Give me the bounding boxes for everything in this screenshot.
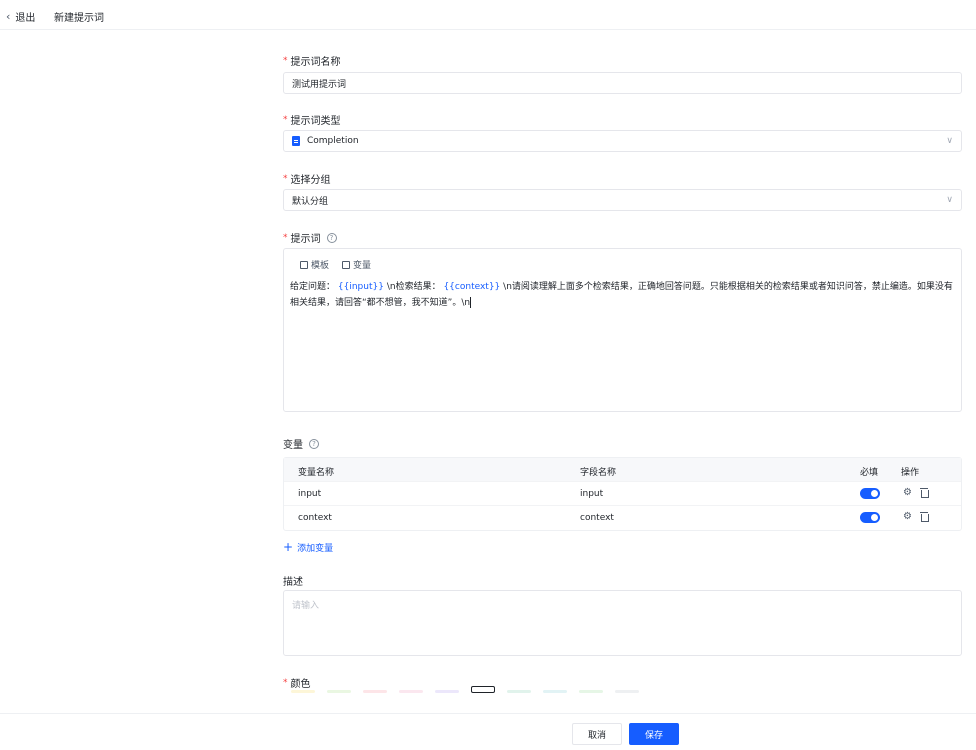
add-variable-button[interactable]: + 添加变量	[283, 540, 333, 554]
column-header: 必填	[860, 468, 879, 478]
table-row: context context ⚙	[284, 506, 961, 530]
type-select[interactable]: Completion ∨	[283, 130, 962, 152]
insert-variable-button[interactable]: 变量	[342, 258, 371, 271]
name-label: * 提示词名称	[283, 53, 341, 69]
color-swatch[interactable]	[435, 690, 459, 693]
color-swatch[interactable]	[327, 690, 351, 693]
variable-name-cell: context	[298, 513, 332, 523]
prompt-content[interactable]: 给定问题： {{input}} \n检索结果： {{context}} \n请阅…	[290, 279, 958, 311]
color-label: * 颜色	[283, 675, 311, 691]
delete-icon[interactable]	[920, 487, 929, 498]
color-swatch-selected[interactable]	[471, 686, 495, 693]
group-label: * 选择分组	[283, 171, 331, 187]
group-label-text: 选择分组	[290, 175, 331, 186]
settings-icon[interactable]: ⚙	[903, 511, 912, 522]
required-mark: *	[283, 173, 288, 184]
table-row: input input ⚙	[284, 482, 961, 506]
variable-icon	[342, 260, 351, 269]
variables-label: 变量 ?	[283, 436, 319, 451]
variable-name-cell: input	[298, 489, 322, 499]
color-swatch[interactable]	[579, 690, 603, 693]
group-select[interactable]: 默认分组 ∨	[283, 189, 962, 211]
type-label-text: 提示词类型	[290, 116, 341, 127]
required-toggle[interactable]	[860, 488, 880, 499]
color-swatch[interactable]	[363, 690, 387, 693]
template-button[interactable]: 模板	[300, 258, 329, 271]
variables-label-text: 变量	[283, 440, 303, 451]
color-swatch[interactable]	[615, 690, 639, 693]
field-name-cell: context	[580, 513, 614, 523]
description-input[interactable]: 请输入	[283, 590, 962, 656]
text-caret	[470, 297, 472, 308]
color-swatch[interactable]	[543, 690, 567, 693]
page-title: 新建提示词	[54, 13, 104, 24]
prompt-segment: 给定问题：	[290, 282, 336, 292]
variable-tag[interactable]: {{context}}	[443, 282, 500, 292]
cancel-button[interactable]: 取消	[572, 723, 622, 745]
help-icon[interactable]: ?	[326, 232, 337, 243]
description-placeholder: 请输入	[292, 601, 320, 611]
required-toggle[interactable]	[860, 512, 880, 523]
color-label-text: 颜色	[290, 679, 311, 690]
color-swatch[interactable]	[399, 690, 423, 693]
column-header: 字段名称	[580, 468, 617, 478]
column-header: 变量名称	[298, 468, 335, 478]
color-swatch[interactable]	[291, 690, 315, 693]
variable-tag[interactable]: {{input}}	[338, 282, 384, 292]
add-variable-label: 添加变量	[297, 543, 334, 554]
color-swatch[interactable]	[507, 690, 531, 693]
help-icon[interactable]: ?	[309, 438, 319, 449]
save-button[interactable]: 保存	[629, 723, 679, 745]
delete-icon[interactable]	[920, 511, 929, 522]
field-name-cell: input	[580, 489, 604, 499]
prompt-segment: \n检索结果：	[386, 282, 441, 292]
name-label-text: 提示词名称	[290, 57, 341, 68]
type-select-value: Completion	[307, 136, 359, 146]
required-mark: *	[283, 232, 288, 243]
document-icon	[292, 136, 300, 146]
required-mark: *	[283, 55, 288, 66]
template-icon	[300, 260, 308, 269]
description-label: 描述	[283, 573, 303, 588]
footer-bar: 取消 保存	[0, 713, 976, 750]
prompt-label-text: 提示词	[290, 234, 321, 245]
column-header: 操作	[901, 468, 920, 478]
chevron-down-icon: ∨	[946, 195, 953, 205]
chevron-down-icon: ∨	[946, 136, 953, 146]
color-picker	[291, 686, 639, 693]
group-select-value: 默认分组	[292, 196, 329, 207]
variable-label: 变量	[353, 261, 372, 271]
settings-icon[interactable]: ⚙	[903, 487, 912, 498]
prompt-editor[interactable]: 模板 变量 给定问题： {{input}} \n检索结果： {{context}…	[283, 248, 962, 412]
variables-table: 变量名称 字段名称 必填 操作 input input ⚙ context co…	[283, 457, 962, 531]
back-button[interactable]: ‹ 退出	[6, 9, 35, 24]
top-bar: ‹ 退出 新建提示词	[0, 0, 976, 30]
template-label: 模板	[311, 261, 330, 271]
type-label: * 提示词类型	[283, 112, 341, 128]
back-label: 退出	[15, 13, 36, 24]
prompt-toolbar: 模板 变量	[300, 258, 371, 271]
required-mark: *	[283, 114, 288, 125]
table-header: 变量名称 字段名称 必填 操作	[284, 458, 961, 482]
name-input-value: 测试用提示词	[292, 79, 347, 90]
name-input[interactable]: 测试用提示词	[283, 72, 962, 94]
plus-icon: +	[283, 540, 294, 554]
required-mark: *	[283, 677, 288, 688]
description-label-text: 描述	[283, 577, 303, 588]
chevron-left-icon: ‹	[6, 10, 11, 23]
prompt-label: * 提示词 ?	[283, 230, 337, 245]
